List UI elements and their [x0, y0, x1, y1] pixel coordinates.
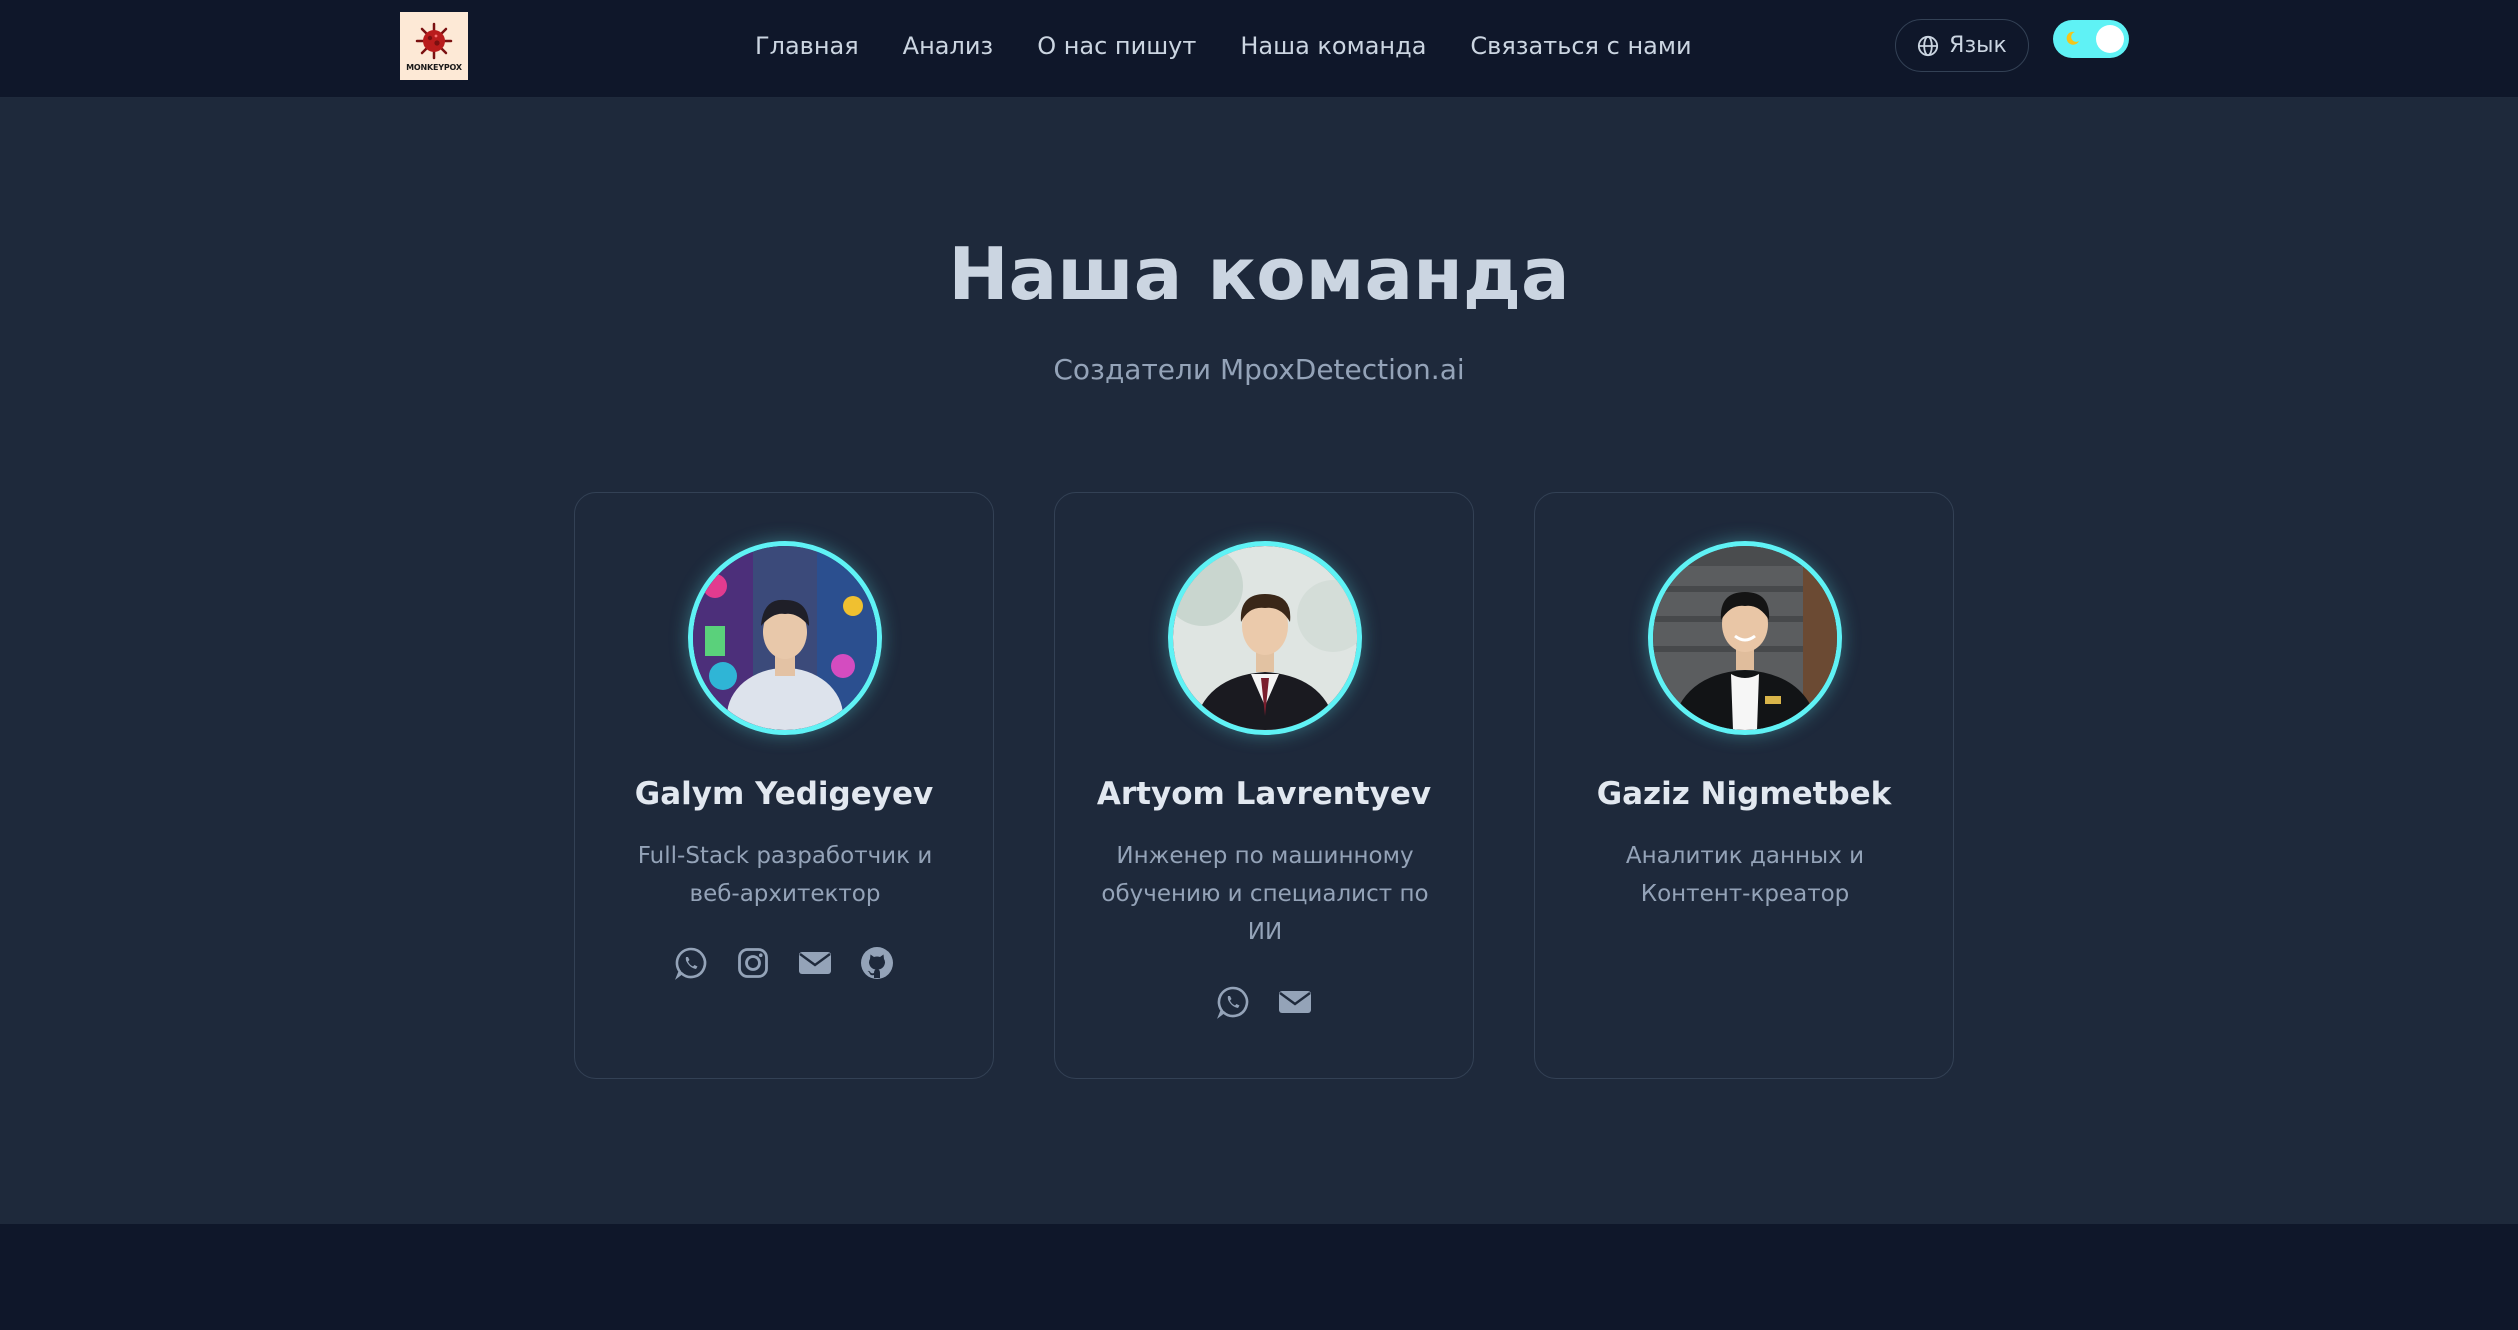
page-title: Наша команда	[948, 232, 1570, 316]
virus-icon	[415, 22, 453, 59]
whatsapp-icon[interactable]	[673, 945, 709, 981]
member-name: Artyom Lavrentyev	[1096, 776, 1432, 812]
social-links	[575, 945, 993, 981]
site-footer	[0, 1224, 2518, 1330]
email-icon[interactable]	[1277, 984, 1313, 1020]
github-icon[interactable]	[859, 945, 895, 981]
email-icon[interactable]	[797, 945, 833, 981]
instagram-icon[interactable]	[735, 945, 771, 981]
nav-team[interactable]: Наша команда	[1240, 32, 1426, 60]
toggle-knob	[2096, 25, 2124, 53]
team-card: Galym Yedigeyev Full-Stack разработчик и…	[574, 492, 994, 1079]
language-label: Язык	[1949, 33, 2007, 58]
monkeypox-logo[interactable]: MONKEYPOX	[400, 12, 468, 80]
main-nav: Главная Анализ О нас пишут Наша команда …	[755, 0, 1692, 92]
page-subtitle: Создатели MpoxDetection.ai	[1053, 353, 1465, 386]
member-photo	[1653, 546, 1837, 730]
team-card: Artyom Lavrentyev Инженер по машинному о…	[1054, 492, 1474, 1079]
team-card: Gaziz Nigmetbek Аналитик данных и Контен…	[1534, 492, 1954, 1079]
language-button[interactable]: Язык	[1895, 19, 2029, 72]
nav-contact[interactable]: Связаться с нами	[1470, 32, 1691, 60]
member-role: Инженер по машинному обучению и специали…	[1101, 843, 1429, 945]
avatar	[688, 541, 882, 735]
avatar	[1648, 541, 1842, 735]
site-header: MONKEYPOX Главная Анализ О нас пишут Наш…	[0, 0, 2518, 98]
whatsapp-icon[interactable]	[1215, 984, 1251, 1020]
social-links	[1055, 984, 1473, 1020]
avatar	[1168, 541, 1362, 735]
member-name: Gaziz Nigmetbek	[1596, 776, 1892, 812]
logo-text: MONKEYPOX	[406, 62, 462, 72]
moon-icon	[2066, 31, 2079, 45]
member-name: Galym Yedigeyev	[634, 776, 934, 812]
theme-toggle[interactable]	[2053, 20, 2129, 58]
nav-home[interactable]: Главная	[755, 32, 859, 60]
nav-press[interactable]: О нас пишут	[1037, 32, 1196, 60]
nav-analysis[interactable]: Анализ	[903, 32, 994, 60]
member-photo	[693, 546, 877, 730]
member-photo	[1173, 546, 1357, 730]
globe-icon	[1918, 35, 1939, 56]
member-role: Аналитик данных и Контент-креатор	[1625, 843, 1865, 907]
member-role: Full-Stack разработчик и веб-архитектор	[637, 843, 933, 907]
